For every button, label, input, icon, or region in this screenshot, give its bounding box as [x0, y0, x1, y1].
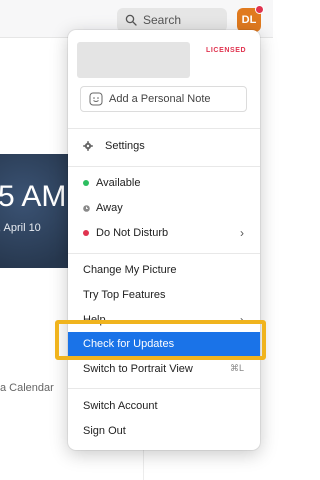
profile-name-redacted [77, 42, 190, 78]
settings-label: Settings [105, 140, 145, 152]
change-picture-label: Change My Picture [83, 264, 177, 276]
clock-date: , April 10 [0, 222, 41, 234]
notification-dot [255, 5, 264, 14]
avatar-initials: DL [241, 14, 257, 26]
portrait-view-item[interactable]: Switch to Portrait View ⌘L [68, 357, 260, 381]
away-clock-icon [83, 204, 90, 212]
sign-out-label: Sign Out [83, 425, 126, 437]
search-label: Search [143, 13, 182, 27]
status-away-item[interactable]: Away [68, 196, 260, 220]
menu-divider [68, 128, 260, 129]
status-dnd-label: Do Not Disturb [96, 227, 169, 239]
annotation-highlight-frame [55, 320, 266, 360]
switch-account-item[interactable]: Switch Account [68, 394, 260, 418]
menu-divider [68, 388, 260, 389]
menu-divider [68, 253, 260, 254]
personal-note-field[interactable]: Add a Personal Note [80, 86, 247, 112]
settings-item[interactable]: Settings [68, 134, 260, 158]
chevron-right-icon: › [240, 226, 244, 240]
profile-menu: LICENSED Add a Personal Note Settings Av… [68, 30, 260, 450]
gear-icon [83, 141, 96, 151]
menu-divider [68, 166, 260, 167]
personal-note-placeholder: Add a Personal Note [109, 93, 211, 105]
license-badge: LICENSED [206, 47, 247, 54]
available-status-dot [83, 180, 89, 186]
portrait-view-label: Switch to Portrait View [83, 363, 193, 375]
change-picture-item[interactable]: Change My Picture [68, 258, 260, 282]
calendar-link-text[interactable]: a Calendar [0, 382, 54, 394]
portrait-shortcut: ⌘L [229, 363, 244, 373]
status-away-label: Away [96, 202, 123, 214]
status-available-label: Available [96, 177, 141, 189]
clock-card: 5 AM , April 10 [0, 154, 76, 268]
dnd-status-dot [83, 230, 89, 236]
search-icon [125, 14, 137, 26]
sign-out-item[interactable]: Sign Out [68, 419, 260, 443]
search-button[interactable]: Search [117, 8, 227, 32]
status-dnd-item[interactable]: Do Not Disturb › [68, 221, 260, 245]
clock-time: 5 AM [0, 180, 67, 213]
avatar[interactable]: DL [237, 5, 264, 32]
status-available-item[interactable]: Available [68, 171, 260, 195]
top-features-label: Try Top Features [83, 289, 166, 301]
top-features-item[interactable]: Try Top Features [68, 283, 260, 307]
switch-account-label: Switch Account [83, 400, 158, 412]
smiley-icon [89, 92, 103, 106]
